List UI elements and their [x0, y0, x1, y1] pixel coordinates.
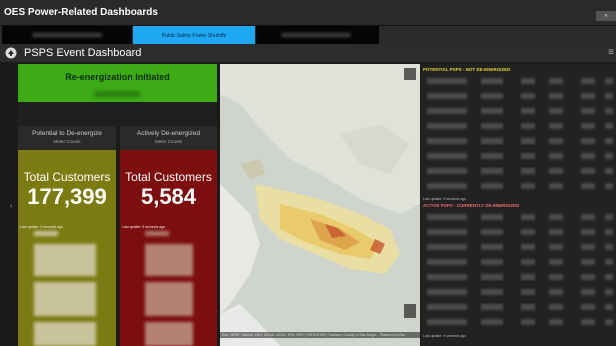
menu-icon[interactable]: ≡ [608, 47, 614, 58]
page-title: PSPS Event Dashboard [24, 47, 142, 59]
logo-icon [5, 47, 17, 59]
active-panel-title: Total Customers [125, 170, 212, 184]
map-view[interactable] [220, 64, 420, 346]
active-total: 5,584 [140, 184, 197, 209]
expand-arrow-icon[interactable]: ‹ [10, 203, 12, 210]
potential-total: 177,399 [27, 184, 107, 209]
status-spacer [18, 102, 217, 126]
potential-column-header: Potential to De-energize Meter Counts [18, 126, 116, 150]
active-title: Actively De-energized [136, 130, 201, 137]
app-titlebar: OES Power-Related Dashboards « [0, 0, 616, 26]
potential-title: Potential to De-energize [32, 130, 102, 137]
potential-subtitle: Meter Counts [53, 139, 81, 144]
collapse-button[interactable]: « [596, 11, 616, 21]
status-banner: Re-energization Initiated [18, 64, 217, 102]
active-subtitle: Meter Counts [154, 139, 182, 144]
active-panel: Total Customers 5,584 Last update: 9 sec… [120, 150, 217, 346]
potential-panel-title: Total Customers [23, 170, 111, 184]
psps-lists-panel: POTENTIAL PSPS - NOT DE-ENERGIZED Last u… [421, 64, 616, 346]
status-label: Re-energization Initiated [65, 72, 170, 82]
potential-panel: Total Customers 177,399 Last update: 9 s… [18, 150, 116, 346]
tab-1[interactable] [2, 26, 132, 44]
active-column-header: Actively De-energized Meter Counts [120, 126, 217, 150]
tab-bar: Public Safety Power Shutoffs [0, 26, 616, 44]
app-title: OES Power-Related Dashboards [4, 7, 158, 18]
tab-3[interactable] [256, 26, 379, 44]
map-canvas [220, 64, 420, 346]
active-updated: Last update: 9 seconds ago [122, 225, 166, 229]
potential-list-updated: Last update: 9 seconds ago [423, 197, 467, 201]
map-attribution: Esri, HERE, Garmin, FAO, NOAA, USGS, EPA… [220, 332, 420, 338]
dashboard-header: PSPS Event Dashboard ≡ [0, 44, 616, 62]
active-list-title: ACTIVE PSPS - CURRENTLY DE-ENERGIZED [423, 203, 520, 208]
tab-psps[interactable]: Public Safety Power Shutoffs [133, 26, 255, 44]
potential-list-title: POTENTIAL PSPS - NOT DE-ENERGIZED [423, 67, 511, 72]
active-list-updated: Last update: 9 seconds ago [423, 334, 467, 338]
potential-updated: Last update: 9 seconds ago [20, 225, 64, 229]
